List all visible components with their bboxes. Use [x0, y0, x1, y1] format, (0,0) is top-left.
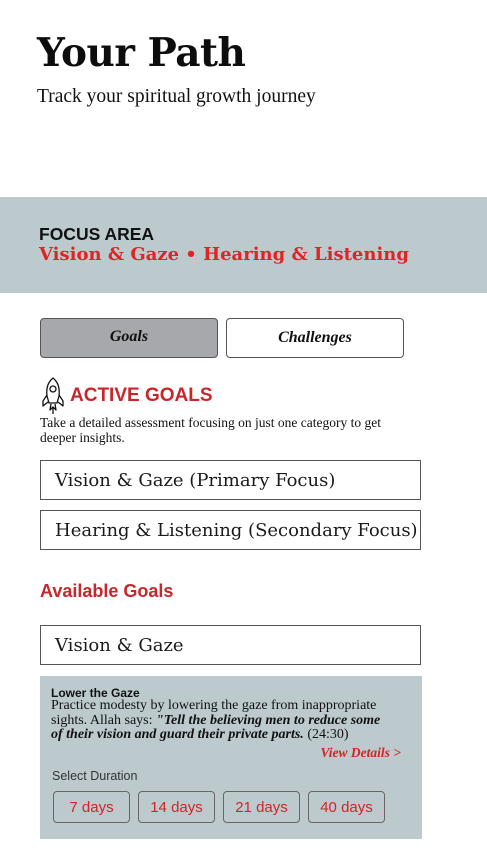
- select-duration-label: Select Duration: [52, 769, 138, 783]
- tab-goals[interactable]: Goals: [40, 318, 218, 358]
- duration-7-days-button[interactable]: 7 days: [53, 791, 130, 823]
- view-details-link[interactable]: View Details >: [321, 745, 401, 761]
- duration-21-days-button[interactable]: 21 days: [223, 791, 300, 823]
- page-subtitle: Track your spiritual growth journey: [37, 86, 316, 107]
- goal-card-citation: (24:30): [303, 727, 349, 742]
- duration-40-days-button[interactable]: 40 days: [308, 791, 385, 823]
- available-goals-heading: Available Goals: [40, 581, 174, 601]
- focus-area-value: Vision & Gaze • Hearing & Listening: [39, 244, 409, 265]
- active-goal-primary[interactable]: Vision & Gaze (Primary Focus): [40, 460, 421, 500]
- goal-card-description: Practice modesty by lowering the gaze fr…: [51, 698, 391, 743]
- goal-card: Lower the Gaze Practice modesty by lower…: [40, 676, 422, 839]
- focus-area-label: FOCUS AREA: [39, 224, 155, 244]
- category-select[interactable]: Vision & Gaze: [40, 625, 421, 665]
- active-goals-description: Take a detailed assessment focusing on j…: [40, 415, 381, 445]
- rocket-icon: [42, 377, 64, 414]
- page-title: Your Path: [37, 30, 246, 76]
- active-goals-heading: ACTIVE GOALS: [70, 385, 213, 406]
- duration-14-days-button[interactable]: 14 days: [138, 791, 215, 823]
- active-goal-secondary[interactable]: Hearing & Listening (Secondary Focus): [40, 510, 421, 550]
- tab-challenges[interactable]: Challenges: [226, 318, 404, 358]
